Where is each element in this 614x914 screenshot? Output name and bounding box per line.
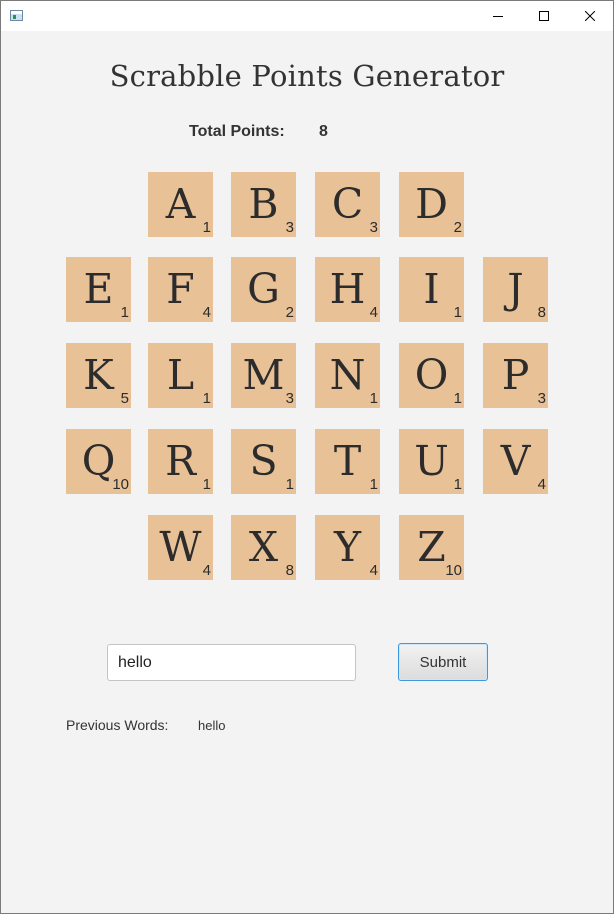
tile-point-value: 1 [453, 304, 462, 321]
title-bar [1, 1, 613, 31]
tile-point-value: 2 [285, 304, 294, 321]
letter-tile-v: V4 [483, 429, 548, 494]
close-button[interactable] [567, 1, 613, 31]
letter-tile-i: I1 [399, 257, 464, 322]
tile-point-value: 1 [369, 476, 378, 493]
submit-button[interactable]: Submit [398, 643, 488, 681]
letter-tile-q: Q 10 [66, 429, 131, 494]
letter-tile-o: O1 [399, 343, 464, 408]
tile-point-value: 3 [285, 390, 294, 407]
tile-point-value: 8 [285, 562, 294, 579]
letter-tile-k: K5 [66, 343, 131, 408]
tile-point-value: 4 [369, 304, 378, 321]
tile-point-value: 3 [285, 219, 294, 236]
letter-tile-p: P3 [483, 343, 548, 408]
minimize-button[interactable] [475, 1, 521, 31]
letter-tile-g: G2 [231, 257, 296, 322]
tile-point-value: 4 [202, 304, 211, 321]
letter-tile-j: J8 [483, 257, 548, 322]
app-window: Scrabble Points Generator Total Points: … [0, 0, 614, 914]
tile-point-value: 1 [202, 219, 211, 236]
letter-tile-c: C3 [315, 172, 380, 237]
close-icon [585, 11, 595, 21]
letter-tile-x: X8 [231, 515, 296, 580]
tile-point-value: 2 [453, 219, 462, 236]
tile-point-value: 3 [369, 219, 378, 236]
maximize-icon [539, 11, 549, 21]
tile-point-value: 3 [537, 390, 546, 407]
letter-tile-m: M3 [231, 343, 296, 408]
word-input[interactable] [107, 644, 356, 681]
letter-tile-f: F4 [148, 257, 213, 322]
letter-tile-u: U1 [399, 429, 464, 494]
letter-tile-d: D2 [399, 172, 464, 237]
tile-point-value: 1 [202, 476, 211, 493]
tile-point-value: 1 [453, 476, 462, 493]
total-points-value: 8 [319, 123, 328, 140]
minimize-icon [493, 16, 503, 17]
tile-point-value: 1 [120, 304, 129, 321]
total-points-label: Total Points: [189, 123, 285, 140]
previous-words-label: Previous Words: [66, 717, 169, 733]
tile-point-value: 4 [537, 476, 546, 493]
app-icon [10, 10, 23, 21]
tile-point-value: 1 [453, 390, 462, 407]
tile-point-value: 4 [369, 562, 378, 579]
maximize-button[interactable] [521, 1, 567, 31]
tile-point-value: 10 [445, 562, 462, 579]
letter-tile-e: E1 [66, 257, 131, 322]
tile-point-value: 8 [537, 304, 546, 321]
page-title: Scrabble Points Generator [109, 59, 505, 93]
letter-tile-s: S1 [231, 429, 296, 494]
letter-tile-a: A1 [148, 172, 213, 237]
tile-point-value: 10 [112, 476, 129, 493]
tile-point-value: 4 [202, 562, 211, 579]
letter-tile-h: H4 [315, 257, 380, 322]
letter-tile-t: T1 [315, 429, 380, 494]
letter-tile-z: Z 10 [399, 515, 464, 580]
letter-tile-y: Y4 [315, 515, 380, 580]
tile-point-value: 1 [285, 476, 294, 493]
letter-tile-n: N1 [315, 343, 380, 408]
tile-point-value: 5 [120, 390, 129, 407]
letter-tile-r: R1 [148, 429, 213, 494]
previous-words-list: hello [198, 718, 226, 733]
tile-point-value: 1 [202, 390, 211, 407]
tile-point-value: 1 [369, 390, 378, 407]
letter-tile-w: W4 [148, 515, 213, 580]
letter-tile-b: B3 [231, 172, 296, 237]
letter-tile-l: L1 [148, 343, 213, 408]
